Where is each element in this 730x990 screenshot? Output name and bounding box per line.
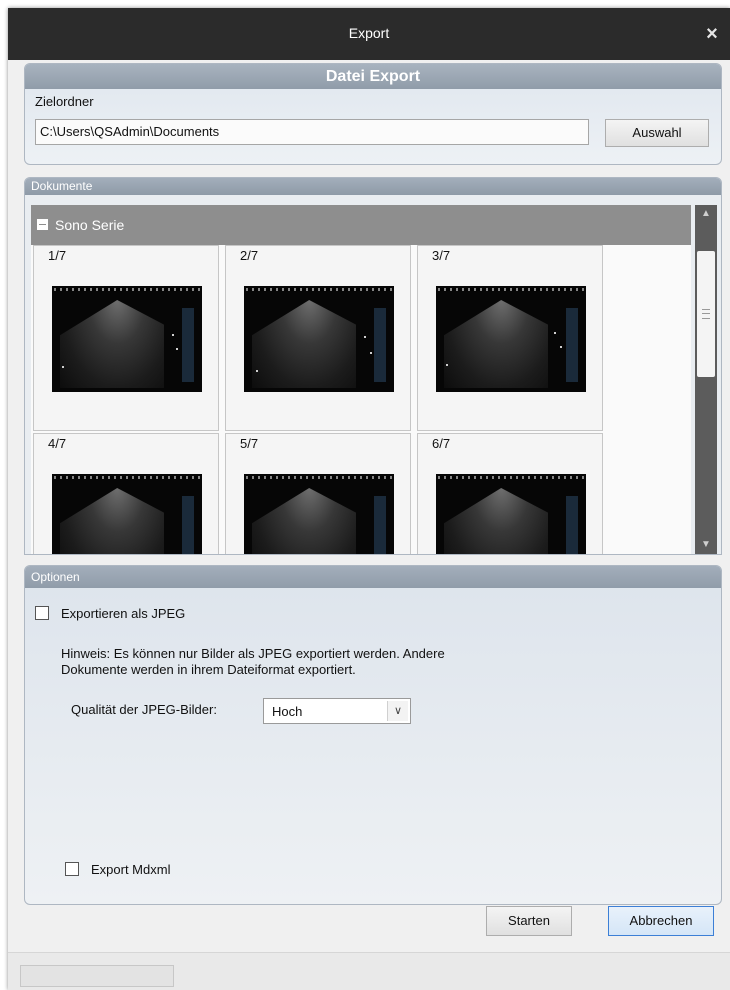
documents-scrollbar[interactable]: ▲ ▼ <box>695 205 717 554</box>
thumbnail-label: 1/7 <box>48 248 67 263</box>
scroll-up-icon[interactable]: ▲ <box>695 205 717 223</box>
ultrasound-image <box>244 286 394 392</box>
ultrasound-image <box>244 474 394 554</box>
jpeg-quality-select[interactable]: Hoch ∨ <box>263 698 411 724</box>
jpeg-hint-text: Hinweis: Es können nur Bilder als JPEG e… <box>61 646 621 678</box>
scrollbar-thumb[interactable] <box>697 251 715 377</box>
title-bar: Export × <box>8 8 730 60</box>
options-panel: Optionen Exportieren als JPEG Hinweis: E… <box>24 565 722 905</box>
thumbnail-tile[interactable]: 6/7 <box>417 433 603 554</box>
close-icon[interactable]: × <box>700 22 724 46</box>
series-group-name: Sono Serie <box>55 217 125 233</box>
thumbnail-tile[interactable]: 5/7 <box>225 433 411 554</box>
jpeg-quality-value: Hoch <box>272 704 303 719</box>
documents-panel: Dokumente Sono Serie 1/7 2/7 3/7 4/7 5/7… <box>24 177 722 555</box>
export-mdxml-label[interactable]: Export Mdxml <box>91 862 170 877</box>
thumbnail-tile[interactable]: 1/7 <box>33 245 219 431</box>
thumbnail-tile[interactable]: 2/7 <box>225 245 411 431</box>
thumbnail-label: 4/7 <box>48 436 67 451</box>
thumbnail-tile[interactable]: 3/7 <box>417 245 603 431</box>
window-title: Export <box>348 25 390 41</box>
hint-line-2: Dokumente werden in ihrem Dateiformat ex… <box>61 662 356 677</box>
thumbnail-label: 2/7 <box>240 248 259 263</box>
thumbnail-label: 3/7 <box>432 248 451 263</box>
thumbnail-label: 6/7 <box>432 436 451 451</box>
target-folder-label: Zielordner <box>35 94 94 109</box>
ultrasound-image <box>436 286 586 392</box>
datei-export-panel: Datei Export Zielordner C:\Users\QSAdmin… <box>24 63 722 165</box>
chevron-down-icon[interactable]: ∨ <box>387 701 408 721</box>
datei-export-header: Datei Export <box>25 64 721 89</box>
start-button[interactable]: Starten <box>486 906 572 936</box>
status-bar <box>8 952 730 990</box>
hint-line-1: Hinweis: Es können nur Bilder als JPEG e… <box>61 646 445 661</box>
documents-header: Dokumente <box>25 178 721 195</box>
ultrasound-image <box>52 286 202 392</box>
target-folder-field[interactable]: C:\Users\QSAdmin\Documents <box>35 119 589 145</box>
grip-icon <box>702 309 710 319</box>
thumbnail-label: 5/7 <box>240 436 259 451</box>
browse-button[interactable]: Auswahl <box>605 119 709 147</box>
series-group-header[interactable]: Sono Serie <box>31 205 691 245</box>
thumbnail-tile[interactable]: 4/7 <box>33 433 219 554</box>
export-jpeg-label[interactable]: Exportieren als JPEG <box>61 606 185 621</box>
status-progress-field <box>20 965 174 987</box>
export-mdxml-checkbox[interactable] <box>65 862 79 876</box>
jpeg-quality-label: Qualität der JPEG-Bilder: <box>71 702 217 717</box>
options-header: Optionen <box>25 566 721 588</box>
export-jpeg-checkbox[interactable] <box>35 606 49 620</box>
thumbnail-grid: 1/7 2/7 3/7 4/7 5/7 6/7 <box>31 245 691 554</box>
ultrasound-image <box>436 474 586 554</box>
export-dialog: Export × Datei Export Zielordner C:\User… <box>8 8 730 990</box>
cancel-button[interactable]: Abbrechen <box>608 906 714 936</box>
minus-icon[interactable] <box>37 219 48 230</box>
scroll-down-icon[interactable]: ▼ <box>695 536 717 554</box>
ultrasound-image <box>52 474 202 554</box>
